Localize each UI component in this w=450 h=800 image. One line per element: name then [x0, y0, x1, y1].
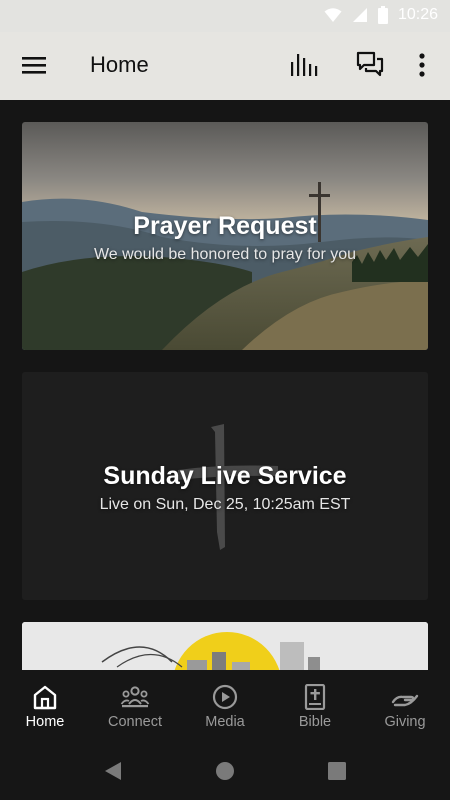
battery-icon	[377, 6, 388, 24]
back-triangle-icon[interactable]	[102, 760, 124, 782]
home-icon	[33, 685, 57, 710]
nav-connect[interactable]: Connect	[90, 670, 180, 742]
play-circle-icon	[212, 684, 238, 710]
nav-label: Home	[25, 714, 65, 730]
status-time: 10:26	[397, 6, 438, 23]
city-illustration-image	[22, 622, 428, 670]
wifi-icon	[324, 8, 342, 22]
audio-bars-icon[interactable]	[289, 52, 321, 78]
more-vertical-icon[interactable]	[412, 52, 432, 78]
recents-square-icon[interactable]	[326, 760, 348, 782]
bottom-nav: Home Connect Media Bible Giving	[0, 670, 450, 742]
live-service-card[interactable]: Sunday Live Service Live on Sun, Dec 25,…	[22, 372, 428, 600]
menu-icon[interactable]	[22, 54, 48, 76]
people-group-icon	[120, 686, 150, 708]
prayer-request-card[interactable]: Prayer Request We would be honored to pr…	[22, 122, 428, 350]
chat-bubbles-icon[interactable]	[355, 50, 385, 80]
nav-label: Connect	[107, 714, 162, 730]
nav-giving[interactable]: Giving	[360, 670, 450, 742]
city-card[interactable]	[22, 622, 428, 670]
page-title: Home	[90, 52, 149, 77]
home-circle-icon[interactable]	[214, 760, 236, 782]
app-bar: Home	[0, 32, 450, 100]
nav-label: Bible	[298, 714, 332, 730]
bible-icon	[304, 684, 326, 710]
card-title: Prayer Request	[133, 212, 317, 240]
nav-home[interactable]: Home	[0, 670, 90, 742]
cellular-signal-icon	[352, 8, 367, 22]
card-subtitle: We would be honored to pray for you	[93, 246, 357, 263]
card-subtitle: Live on Sun, Dec 25, 10:25am EST	[99, 496, 351, 513]
status-icons: 10:26	[324, 6, 438, 24]
nav-bible[interactable]: Bible	[270, 670, 360, 742]
nav-label: Media	[205, 714, 245, 730]
giving-hand-icon	[391, 694, 419, 707]
nav-label: Giving	[384, 714, 426, 730]
system-nav-bar	[0, 742, 450, 800]
screen: 10:26 Home Prayer Request We would be ho…	[0, 0, 450, 800]
status-bar: 10:26	[0, 0, 450, 32]
content-feed: Prayer Request We would be honored to pr…	[0, 100, 450, 670]
card-title: Sunday Live Service	[103, 462, 347, 490]
nav-media[interactable]: Media	[180, 670, 270, 742]
